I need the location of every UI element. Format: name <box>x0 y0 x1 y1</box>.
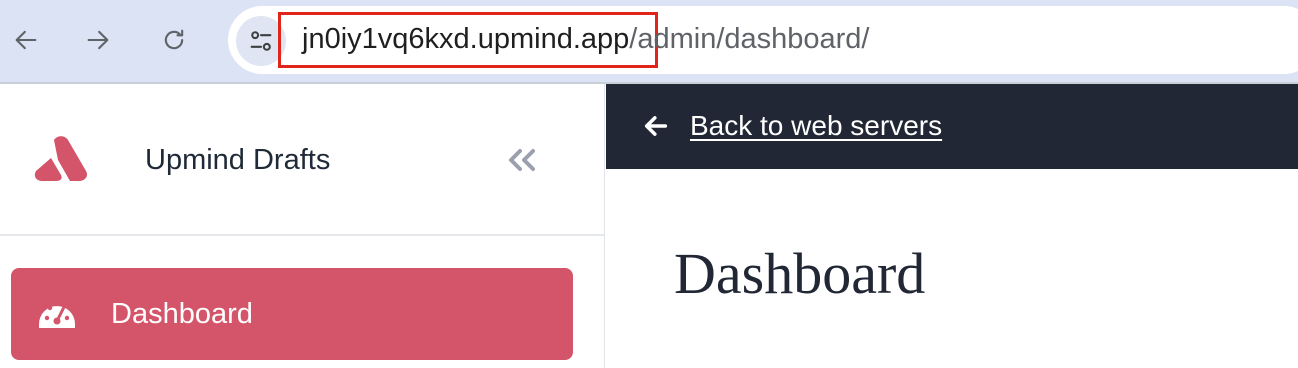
browser-toolbar: jn0iy1vq6kxd.upmind.app/admin/dashboard/ <box>0 0 1298 84</box>
url-path: /admin/dashboard/ <box>629 23 870 55</box>
double-chevron-left-icon <box>509 149 535 171</box>
reload-icon <box>164 29 184 50</box>
sidebar: Upmind Drafts Dashboard <box>0 84 605 368</box>
address-bar[interactable]: jn0iy1vq6kxd.upmind.app/admin/dashboard/ <box>228 6 1298 74</box>
upmind-logo[interactable] <box>34 136 88 182</box>
back-arrow-icon <box>15 30 37 50</box>
url-host: jn0iy1vq6kxd.upmind.app <box>302 23 630 55</box>
forward-arrow-icon <box>87 30 109 50</box>
sidebar-header: Upmind Drafts <box>0 84 604 236</box>
sidebar-item-label: Dashboard <box>111 298 253 330</box>
site-settings-icon <box>250 31 272 51</box>
page-title: Dashboard <box>674 241 926 306</box>
main-content: Back to web servers Dashboard <box>606 84 1298 368</box>
back-to-web-servers-link[interactable]: Back to web servers <box>642 108 942 144</box>
collapse-sidebar-button[interactable] <box>500 142 544 178</box>
sidebar-item-dashboard[interactable]: Dashboard <box>11 268 573 360</box>
dashboard-gauge-icon <box>39 301 75 328</box>
url-text[interactable]: jn0iy1vq6kxd.upmind.app/admin/dashboard/ <box>302 21 870 57</box>
app-name: Upmind Drafts <box>145 144 331 176</box>
browser-forward-button[interactable] <box>76 18 120 62</box>
browser-reload-button[interactable] <box>152 18 196 62</box>
arrow-left-icon <box>644 116 668 136</box>
back-link-label: Back to web servers <box>690 110 943 141</box>
browser-back-button[interactable] <box>4 18 48 62</box>
topbar: Back to web servers <box>606 84 1298 169</box>
